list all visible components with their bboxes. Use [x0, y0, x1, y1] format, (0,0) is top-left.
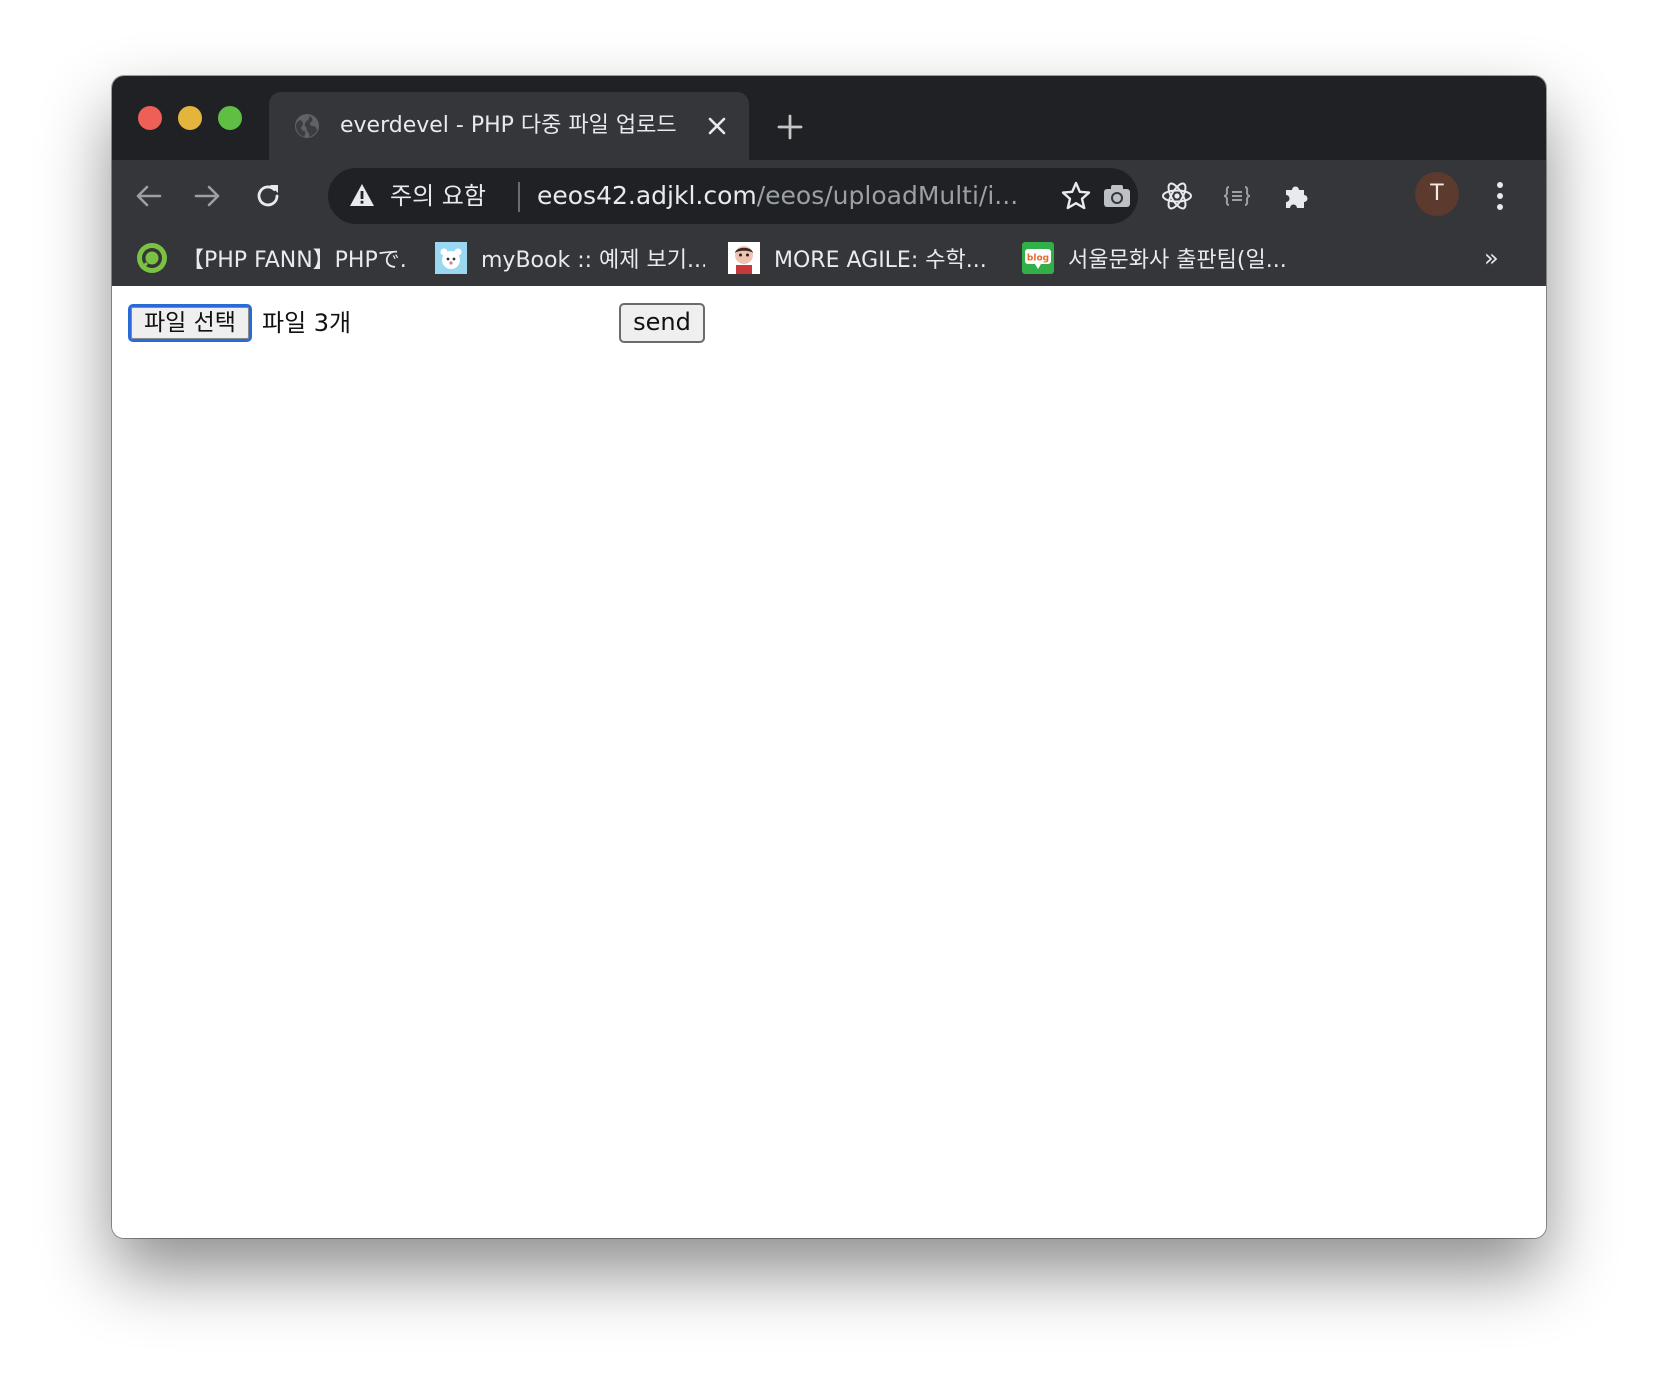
more-vert-menu-icon[interactable] [1482, 178, 1518, 214]
navigation-toolbar: 주의 요함 eeos42.adjkl.com/eeos/uploadMulti/… [112, 160, 1546, 230]
warning-triangle-icon[interactable] [348, 181, 376, 213]
address-bar[interactable]: 주의 요함 eeos42.adjkl.com/eeos/uploadMulti/… [328, 168, 1138, 224]
tab-title: everdevel - PHP 다중 파일 업로드 [340, 113, 677, 138]
bookmark-item-more-agile[interactable]: MORE AGILE: 수학... [728, 240, 992, 276]
bookmark-label: 【PHP FANN】PHPで... [182, 248, 406, 273]
fann-logo-icon [136, 242, 168, 274]
browser-tab[interactable]: everdevel - PHP 다중 파일 업로드 [269, 92, 749, 160]
avatar-favicon-icon [728, 242, 760, 274]
bookmark-item-seoul-culture[interactable]: blog 서울문화사 출판팀(일... [1022, 240, 1322, 276]
file-select-button[interactable]: 파일 선택 [128, 304, 252, 342]
url-host: eeos42.adjkl.com [537, 181, 757, 210]
page-content: 파일 선택 파일 3개 send [112, 286, 1546, 1238]
blog-favicon-icon: blog [1022, 242, 1054, 274]
blog-icon-text: blog [1027, 254, 1049, 264]
forward-arrow-icon[interactable] [190, 178, 226, 214]
selected-file-count: 파일 3개 [262, 309, 352, 337]
window-close-button[interactable] [138, 106, 162, 130]
omnibox-divider [518, 182, 520, 212]
mybook-favicon-icon [435, 242, 467, 274]
security-warning-label[interactable]: 주의 요함 [390, 180, 486, 212]
json-viewer-icon[interactable] [1219, 178, 1255, 214]
bookmark-label: MORE AGILE: 수학... [774, 248, 987, 273]
bookmark-label: 서울문화사 출판팀(일... [1068, 248, 1287, 273]
camera-extension-icon[interactable] [1099, 178, 1135, 214]
bookmark-star-icon[interactable] [1060, 180, 1092, 216]
globe-icon [293, 112, 321, 144]
bookmarks-bar: 【PHP FANN】PHPで... myBook :: 예제 보기... MOR… [112, 230, 1546, 286]
bookmark-item-mybook[interactable]: myBook :: 예제 보기... [435, 240, 705, 276]
back-arrow-icon[interactable] [130, 178, 166, 214]
window-minimize-button[interactable] [178, 106, 202, 130]
new-tab-plus-icon[interactable] [775, 112, 805, 142]
send-button[interactable]: send [619, 303, 705, 343]
kebab-menu-icon[interactable] [1404, 178, 1440, 214]
extensions-puzzle-icon[interactable] [1279, 178, 1315, 214]
reload-icon[interactable] [250, 178, 286, 214]
close-tab-icon[interactable] [705, 114, 729, 138]
bookmark-label: myBook :: 예제 보기... [481, 248, 705, 273]
window-maximize-button[interactable] [218, 106, 242, 130]
bookmark-item-php-fann[interactable]: 【PHP FANN】PHPで... [136, 240, 406, 276]
url-path: /eeos/uploadMulti/i... [756, 181, 1019, 210]
title-bar: everdevel - PHP 다중 파일 업로드 [112, 76, 1546, 160]
bookmarks-overflow-chevron-icon[interactable]: » [1484, 242, 1499, 274]
react-devtools-icon[interactable] [1159, 178, 1195, 214]
browser-window: everdevel - PHP 다중 파일 업로드 주의 요함 eeos42.a… [112, 76, 1546, 1238]
url-text[interactable]: eeos42.adjkl.com/eeos/uploadMulti/i... [537, 179, 1037, 213]
